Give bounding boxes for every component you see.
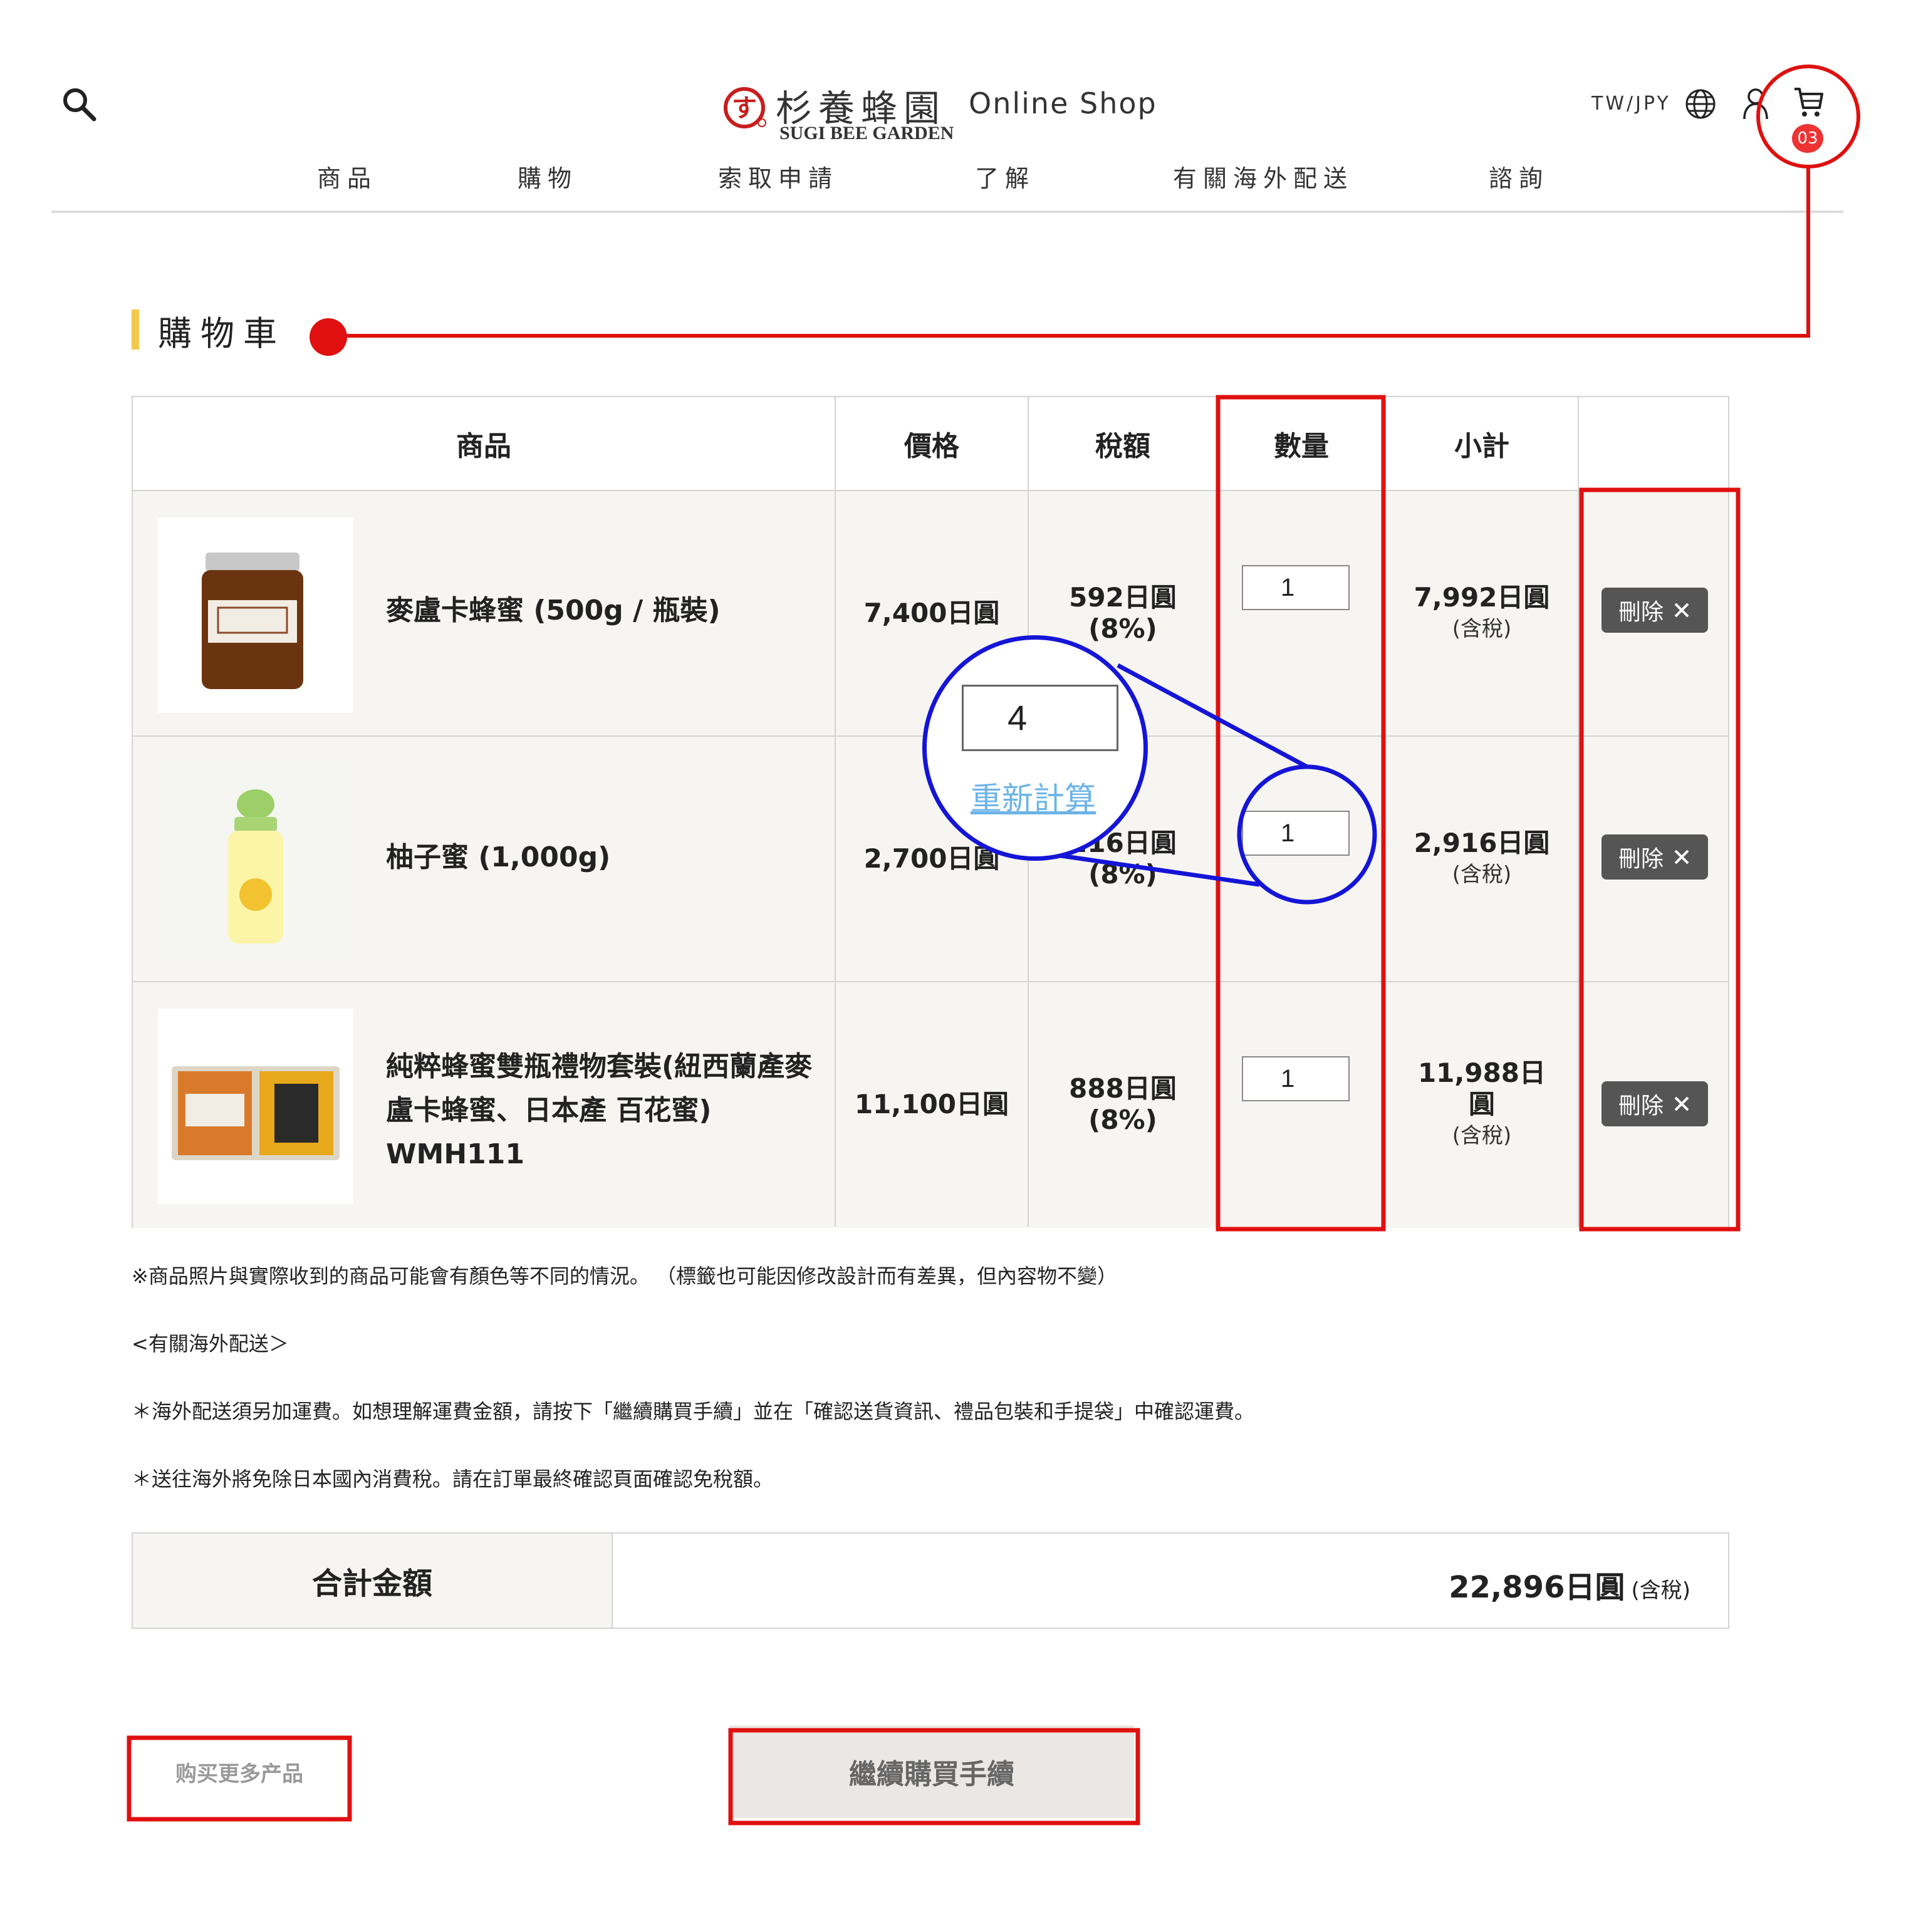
delete-button[interactable]: 刪除 — [1601, 834, 1708, 880]
col-header-subtotal: 小計 — [1454, 430, 1509, 462]
product-subtotal: 11,988日圓 (含稅) — [1411, 982, 1553, 1227]
user-icon[interactable] — [1739, 86, 1769, 122]
tax-rate: (8%) — [1088, 1104, 1157, 1135]
delete-button[interactable]: 刪除 — [1601, 588, 1708, 633]
overseas-heading: <有關海外配送＞ — [132, 1332, 289, 1356]
search-icon[interactable] — [60, 85, 98, 123]
zoomed-quantity-input[interactable]: 4 — [962, 685, 1118, 751]
delete-button[interactable]: 刪除 — [1601, 1081, 1708, 1126]
svg-text:す: す — [732, 93, 757, 123]
shop-label: Online Shop — [969, 86, 1157, 120]
subtotal-amount: 2,916日圓 — [1414, 828, 1550, 858]
product-name[interactable]: 純粹蜂蜜雙瓶禮物套裝(紐西蘭產麥盧卡蜂蜜、日本產 百花蜜) WMH111 — [386, 1045, 825, 1176]
col-divider — [1217, 397, 1218, 1227]
title-accent-bar — [132, 309, 139, 350]
delete-label: 刪除 — [1618, 1093, 1664, 1119]
product-image-manuka[interactable] — [158, 517, 353, 713]
manuka-jar-icon — [202, 553, 303, 689]
nav-item-contact[interactable]: 諮詢 — [1489, 159, 1549, 194]
tax-amount: 888日圓 — [1069, 1073, 1177, 1104]
gift-set-icon — [172, 1066, 340, 1160]
delete-label: 刪除 — [1618, 846, 1664, 872]
subtotal-amount: 7,992日圓 — [1414, 582, 1550, 613]
cart-table: 商品 價格 稅額 數量 小計 麥盧卡蜂蜜 (500g / 瓶裝) 7,400日圓… — [132, 396, 1729, 1228]
logo-mark-icon: す — [724, 87, 766, 128]
nav-item-products[interactable]: 商品 — [317, 159, 377, 194]
subtotal-note: (含稅) — [1452, 616, 1512, 641]
total-amount: 22,896日圓 — [1449, 1570, 1625, 1605]
col-divider — [1578, 397, 1579, 1227]
photo-disclaimer: ※商品照片與實際收到的商品可能會有顏色等不同的情況。 （標籤也可能因修改設計而有… — [132, 1264, 1117, 1288]
product-name[interactable]: 麥盧卡蜂蜜 (500g / 瓶裝) — [386, 589, 825, 633]
total-tax-note: (含稅) — [1631, 1578, 1690, 1603]
continue-checkout-button[interactable]: 繼續購買手續 — [729, 1725, 1134, 1818]
quantity-input[interactable]: 1 — [1242, 1056, 1350, 1101]
subtotal-note: (含稅) — [1452, 862, 1512, 887]
buy-more-button[interactable]: 购买更多产品 — [132, 1733, 347, 1810]
subtotal-amount: 11,988日圓 — [1417, 1057, 1546, 1119]
tax-amount: 592日圓 — [1069, 582, 1177, 613]
product-image-yuzu[interactable] — [158, 763, 353, 958]
yuzu-bottle-icon — [158, 763, 353, 958]
total-box: 合計金額 22,896日圓 (含稅) — [132, 1532, 1729, 1629]
col-header-product: 商品 — [456, 430, 511, 462]
product-price: 11,100日圓 — [854, 1089, 1009, 1119]
col-header-price: 價格 — [904, 430, 959, 462]
currency-selector[interactable]: TW/JPY — [1591, 93, 1671, 115]
product-name[interactable]: 柚子蜜 (1,000g) — [386, 836, 825, 880]
header-divider — [51, 210, 1843, 213]
cart-icon[interactable] — [1791, 84, 1826, 122]
tax-rate: (8%) — [1088, 859, 1157, 890]
col-header-tax: 稅額 — [1095, 430, 1150, 462]
product-tax: 888日圓 (8%) — [1029, 982, 1217, 1227]
nav-item-about[interactable]: 了解 — [975, 159, 1035, 194]
globe-icon[interactable] — [1684, 88, 1717, 120]
tax-free-note: ＊送往海外將免除日本國內消費稅。請在訂單最終確認頁面確認免稅額。 — [132, 1467, 774, 1491]
product-subtotal: 7,992日圓 (含稅) — [1386, 491, 1578, 735]
subtotal-note: (含稅) — [1452, 1123, 1512, 1148]
nav-item-shopping[interactable]: 購物 — [518, 159, 578, 194]
total-value: 22,896日圓 (含稅) — [1449, 1562, 1690, 1606]
quantity-input[interactable]: 1 — [1242, 565, 1350, 610]
connector-dot — [310, 318, 347, 356]
site-logo[interactable]: す 杉養蜂園 SUGI BEE GARDEN — [721, 79, 959, 148]
close-icon — [1674, 603, 1689, 618]
cart-count-badge: 03 — [1792, 124, 1823, 153]
close-icon — [1674, 1096, 1689, 1111]
nav-item-request[interactable]: 索取申請 — [718, 159, 838, 194]
tax-rate: (8%) — [1088, 613, 1157, 644]
logo-text-en: SUGI BEE GARDEN — [779, 123, 954, 143]
zoom-magnifier: 4 重新計算 — [922, 635, 1148, 861]
recalculate-link[interactable]: 重新計算 — [971, 774, 1096, 819]
col-header-qty: 數量 — [1274, 430, 1329, 462]
shipping-note: ＊海外配送須另加運費。如想理解運費金額，請按下「繼續購買手續」並在「確認送貨資訊… — [132, 1400, 1255, 1423]
nav-item-overseas[interactable]: 有關海外配送 — [1173, 159, 1353, 194]
delete-label: 刪除 — [1618, 600, 1664, 625]
product-image-gift-set[interactable] — [158, 1009, 353, 1204]
close-icon — [1674, 849, 1689, 865]
product-subtotal: 2,916日圓 (含稅) — [1386, 737, 1578, 981]
total-label: 合計金額 — [133, 1534, 613, 1628]
page-title: 購物車 — [158, 314, 286, 353]
quantity-input[interactable]: 1 — [1242, 811, 1350, 856]
